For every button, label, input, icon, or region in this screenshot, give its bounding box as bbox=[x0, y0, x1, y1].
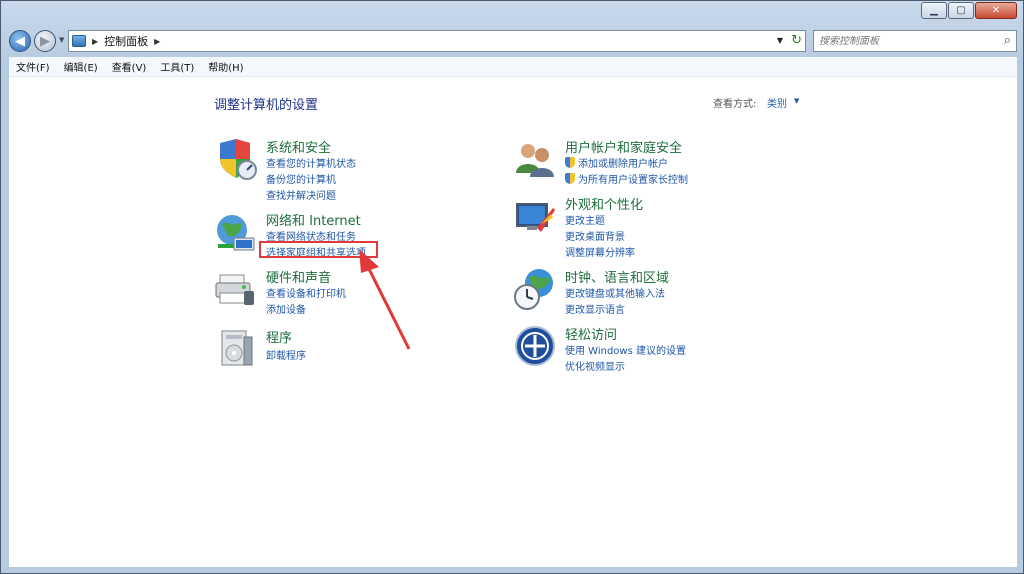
search-icon[interactable]: ⌕ bbox=[1004, 33, 1011, 48]
category-ease-of-access: 轻松访问 使用 Windows 建议的设置 优化视频显示 bbox=[513, 324, 753, 374]
hardware-sound-icon bbox=[215, 274, 254, 305]
link-optimize-display[interactable]: 优化视频显示 bbox=[565, 358, 625, 373]
link-add-device[interactable]: 添加设备 bbox=[266, 301, 306, 316]
search-input[interactable] bbox=[819, 35, 995, 47]
link-recommended-settings[interactable]: 使用 Windows 建议的设置 bbox=[565, 342, 686, 357]
close-button[interactable]: ✕ bbox=[975, 2, 1017, 19]
navigation-bar: ◀ ▶ ▼ ▶ 控制面板 ▶ ▼ ↻ ⌕ bbox=[1, 27, 1023, 57]
link-change-keyboard[interactable]: 更改键盘或其他输入法 bbox=[565, 285, 665, 300]
view-by-dropdown-icon[interactable]: ▼ bbox=[794, 97, 799, 105]
breadcrumb-separator-icon[interactable]: ▶ bbox=[92, 37, 98, 46]
category-title[interactable]: 时钟、语言和区域 bbox=[565, 267, 669, 286]
control-panel-icon bbox=[72, 35, 86, 47]
link-desktop-background[interactable]: 更改桌面背景 bbox=[565, 228, 625, 243]
category-system-security: 系统和安全 查看您的计算机状态 备份您的计算机 查找并解决问题 bbox=[214, 137, 434, 207]
control-panel-window: ▁ ▢ ✕ ◀ ▶ ▼ ▶ 控制面板 ▶ ▼ ↻ ⌕ 文件(F) 编辑(E) 查… bbox=[0, 0, 1024, 574]
category-title[interactable]: 轻松访问 bbox=[565, 324, 617, 343]
link-add-remove-accounts[interactable]: 添加或删除用户帐户 bbox=[565, 155, 668, 170]
menu-tools[interactable]: 工具(T) bbox=[153, 59, 201, 74]
category-title[interactable]: 系统和安全 bbox=[266, 137, 331, 156]
link-devices-printers[interactable]: 查看设备和打印机 bbox=[266, 285, 346, 300]
appearance-icon bbox=[516, 203, 555, 232]
menu-edit[interactable]: 编辑(E) bbox=[57, 59, 105, 74]
category-user-accounts: 用户帐户和家庭安全 添加或删除用户帐户 为所有用户设置家长控制 bbox=[513, 137, 753, 187]
system-security-icon bbox=[220, 139, 257, 180]
category-title[interactable]: 硬件和声音 bbox=[266, 267, 331, 286]
category-appearance: 外观和个性化 更改主题 更改桌面背景 调整屏幕分辨率 bbox=[513, 194, 753, 260]
ease-of-access-icon bbox=[515, 326, 555, 366]
title-bar: ▁ ▢ ✕ bbox=[1, 1, 1023, 27]
window-controls: ▁ ▢ ✕ bbox=[920, 2, 1017, 19]
menu-help[interactable]: 帮助(H) bbox=[201, 59, 250, 74]
view-by-dropdown[interactable]: 类别 bbox=[767, 95, 787, 110]
link-troubleshoot[interactable]: 查找并解决问题 bbox=[266, 187, 336, 202]
search-box[interactable]: ⌕ bbox=[813, 30, 1017, 52]
category-title[interactable]: 外观和个性化 bbox=[565, 194, 643, 213]
category-title[interactable]: 程序 bbox=[266, 327, 292, 346]
back-arrow-icon: ◀ bbox=[15, 33, 25, 49]
category-title[interactable]: 网络和 Internet bbox=[266, 210, 361, 229]
maximize-button[interactable]: ▢ bbox=[948, 2, 974, 19]
category-title[interactable]: 用户帐户和家庭安全 bbox=[565, 137, 682, 156]
uac-shield-icon bbox=[565, 173, 575, 184]
menu-bar: 文件(F) 编辑(E) 查看(V) 工具(T) 帮助(H) bbox=[9, 57, 1017, 77]
link-uninstall-program[interactable]: 卸载程序 bbox=[266, 347, 306, 362]
page-title: 调整计算机的设置 bbox=[214, 98, 319, 113]
recent-pages-dropdown[interactable]: ▼ bbox=[59, 36, 64, 44]
link-screen-resolution[interactable]: 调整屏幕分辨率 bbox=[565, 244, 635, 259]
uac-shield-icon bbox=[565, 157, 575, 168]
forward-arrow-icon: ▶ bbox=[40, 33, 50, 49]
back-button[interactable]: ◀ bbox=[9, 30, 31, 52]
minimize-icon: ▁ bbox=[930, 5, 938, 16]
link-display-language[interactable]: 更改显示语言 bbox=[565, 301, 625, 316]
menu-file[interactable]: 文件(F) bbox=[9, 59, 57, 74]
maximize-icon: ▢ bbox=[956, 5, 966, 16]
link-change-theme[interactable]: 更改主题 bbox=[565, 212, 605, 227]
address-bar[interactable]: ▶ 控制面板 ▶ ▼ ↻ bbox=[68, 30, 806, 52]
network-icon bbox=[217, 215, 255, 251]
breadcrumb-separator-icon[interactable]: ▶ bbox=[154, 37, 160, 46]
programs-icon bbox=[221, 330, 253, 366]
annotation-arrow-icon bbox=[359, 249, 411, 350]
breadcrumb-control-panel[interactable]: 控制面板 bbox=[104, 33, 148, 49]
close-icon: ✕ bbox=[991, 5, 1001, 16]
link-parental-controls[interactable]: 为所有用户设置家长控制 bbox=[565, 171, 688, 186]
category-clock-language: 时钟、语言和区域 更改键盘或其他输入法 更改显示语言 bbox=[513, 267, 753, 317]
link-check-status[interactable]: 查看您的计算机状态 bbox=[266, 155, 356, 170]
refresh-icon[interactable]: ↻ bbox=[791, 33, 802, 48]
view-by-label: 查看方式: bbox=[713, 99, 757, 110]
link-backup[interactable]: 备份您的计算机 bbox=[266, 171, 336, 186]
clock-language-icon bbox=[514, 269, 553, 310]
address-dropdown-icon[interactable]: ▼ bbox=[777, 36, 783, 45]
content-area: 调整计算机的设置 查看方式: 类别 ▼ 系统和安全 查看您的计算机状态 备份您的… bbox=[9, 77, 1017, 567]
forward-button[interactable]: ▶ bbox=[34, 30, 56, 52]
user-accounts-icon bbox=[516, 144, 554, 177]
minimize-button[interactable]: ▁ bbox=[921, 2, 947, 19]
menu-view[interactable]: 查看(V) bbox=[105, 59, 154, 74]
